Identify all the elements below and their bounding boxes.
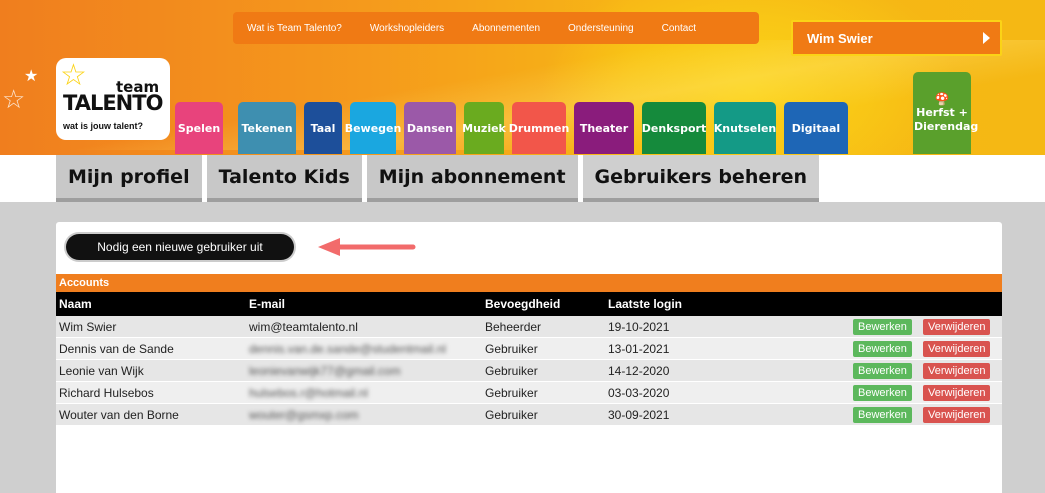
category-label: Herfst + Dierendag (914, 106, 979, 133)
nav-link-abonnementen[interactable]: Abonnementen (458, 23, 554, 34)
invite-user-button[interactable]: Nodig een nieuwe gebruiker uit (66, 234, 294, 260)
table-row: Leonie van Wijk leonievanwijk77@gmail.com… (56, 360, 1002, 382)
category-tab-tekenen[interactable]: Tekenen (238, 102, 296, 154)
cell-last-login: 14-12-2020 (608, 364, 670, 378)
cell-role: Beheerder (485, 320, 542, 334)
category-label: Drummen (508, 121, 570, 135)
category-tab-theater[interactable]: Theater (574, 102, 634, 154)
table-row: Richard Hulsebos hulsebos.r@hotmail.nl Geb… (56, 382, 1002, 404)
delete-button[interactable]: Verwijderen (923, 341, 991, 357)
table-row: Dennis van de Sande dennis.van.de.sande@s… (56, 338, 1002, 360)
category-tab-taal[interactable]: Taal (304, 102, 342, 154)
edit-button[interactable]: Bewerken (853, 407, 912, 423)
cell-email: wim@teamtalento.nl (249, 320, 358, 334)
category-label: Bewegen (344, 121, 402, 135)
category-tab-bewegen[interactable]: Bewegen (345, 102, 401, 154)
tab-gebruikers-beheren[interactable]: Gebruikers beheren (582, 155, 820, 202)
delete-button[interactable]: Verwijderen (923, 319, 991, 335)
delete-button[interactable]: Verwijderen (923, 407, 991, 423)
user-menu-button[interactable]: Wim Swier (791, 20, 1002, 56)
header-laatste-login: Laatste login (608, 297, 683, 311)
users-panel: Nodig een nieuwe gebruiker uit Accounts … (56, 222, 1002, 493)
cell-role: Gebruiker (485, 386, 538, 400)
category-label: Muziek (462, 121, 506, 135)
cell-name: Leonie van Wijk (59, 364, 144, 378)
tab-talento-kids[interactable]: Talento Kids (206, 155, 362, 202)
edit-button[interactable]: Bewerken (853, 341, 912, 357)
category-label: Denksport (641, 121, 707, 135)
cell-name: Dennis van de Sande (59, 342, 174, 356)
header-email: E-mail (249, 297, 286, 311)
category-tab-dansen[interactable]: Dansen (404, 102, 456, 154)
category-label: Spelen (177, 121, 221, 135)
header-naam: Naam (59, 297, 92, 311)
cell-name: Wim Swier (59, 320, 117, 334)
cell-role: Gebruiker (485, 364, 538, 378)
category-label: Knutselen (713, 121, 777, 135)
logo-talento-text: TALENTO (63, 91, 163, 115)
tab-mijn-abonnement[interactable]: Mijn abonnement (366, 155, 578, 202)
cell-name: Richard Hulsebos (59, 386, 154, 400)
cell-last-login: 13-01-2021 (608, 342, 670, 356)
site-logo[interactable]: ☆ team TALENTO wat is jouw talent? (56, 58, 170, 140)
cell-last-login: 03-03-2020 (608, 386, 670, 400)
edit-button[interactable]: Bewerken (853, 363, 912, 379)
nav-link-contact[interactable]: Contact (648, 23, 710, 34)
logo-star-icon: ☆ (60, 59, 87, 92)
category-tab-knutselen[interactable]: Knutselen (714, 102, 776, 154)
pointer-arrow-icon (318, 238, 416, 256)
table-row: Wim Swier wim@teamtalento.nl Beheerder 19-1… (56, 316, 1002, 338)
mushroom-icon: 🍄 (934, 92, 950, 106)
nav-link-ondersteuning[interactable]: Ondersteuning (554, 23, 648, 34)
profile-tabs: Mijn profiel Talento Kids Mijn abonnemen… (56, 155, 820, 202)
cell-email: hulsebos.r@hotmail.nl (249, 386, 368, 400)
top-navigation: Wat is Team Talento? Workshopleiders Abo… (233, 12, 759, 44)
category-tab-spelen[interactable]: Spelen (175, 102, 223, 154)
star-outline-icon: ☆ (2, 84, 26, 114)
user-name: Wim Swier (807, 30, 873, 46)
category-tab-digitaal[interactable]: Digitaal (784, 102, 848, 154)
cell-last-login: 19-10-2021 (608, 320, 670, 334)
category-label: Digitaal (791, 121, 841, 135)
cell-email: dennis.van.de.sande@studentmail.nl (249, 342, 446, 356)
category-tab-drummen[interactable]: Drummen (509, 102, 569, 154)
star-icon: ★ (24, 68, 39, 85)
cell-role: Gebruiker (485, 342, 538, 356)
cell-last-login: 30-09-2021 (608, 408, 670, 422)
accounts-table-body: Wim Swier wim@teamtalento.nl Beheerder 19-1… (56, 316, 1002, 426)
cell-email: wouter@gsmxp.com (249, 408, 359, 422)
category-tab-herfst-dierendag[interactable]: 🍄 Herfst + Dierendag (913, 72, 979, 154)
chevron-right-icon (983, 32, 990, 44)
edit-button[interactable]: Bewerken (853, 319, 912, 335)
nav-link-workshopleiders[interactable]: Workshopleiders (356, 23, 458, 34)
category-label: Dansen (406, 121, 454, 135)
cell-name: Wouter van den Borne (59, 408, 179, 422)
table-row: Wouter van den Borne wouter@gsmxp.com Gebr… (56, 404, 1002, 426)
cell-role: Gebruiker (485, 408, 538, 422)
edit-button[interactable]: Bewerken (853, 385, 912, 401)
category-label: Tekenen (241, 121, 293, 135)
category-label: Theater (579, 121, 629, 135)
category-label: Taal (310, 121, 336, 135)
tab-mijn-profiel[interactable]: Mijn profiel (56, 155, 202, 202)
nav-link-wat-is[interactable]: Wat is Team Talento? (233, 23, 356, 34)
logo-tagline: wat is jouw talent? (63, 121, 144, 131)
accounts-title: Accounts (56, 274, 1002, 292)
header-bevoegdheid: Bevoegdheid (485, 297, 561, 311)
table-header: Naam E-mail Bevoegdheid Laatste login (56, 292, 1002, 316)
category-tab-muziek[interactable]: Muziek (462, 102, 506, 154)
category-tab-denksport[interactable]: Denksport (642, 102, 706, 154)
site-header: Wat is Team Talento? Workshopleiders Abo… (0, 0, 1045, 155)
delete-button[interactable]: Verwijderen (923, 363, 991, 379)
delete-button[interactable]: Verwijderen (923, 385, 991, 401)
cell-email: leonievanwijk77@gmail.com (249, 364, 401, 378)
